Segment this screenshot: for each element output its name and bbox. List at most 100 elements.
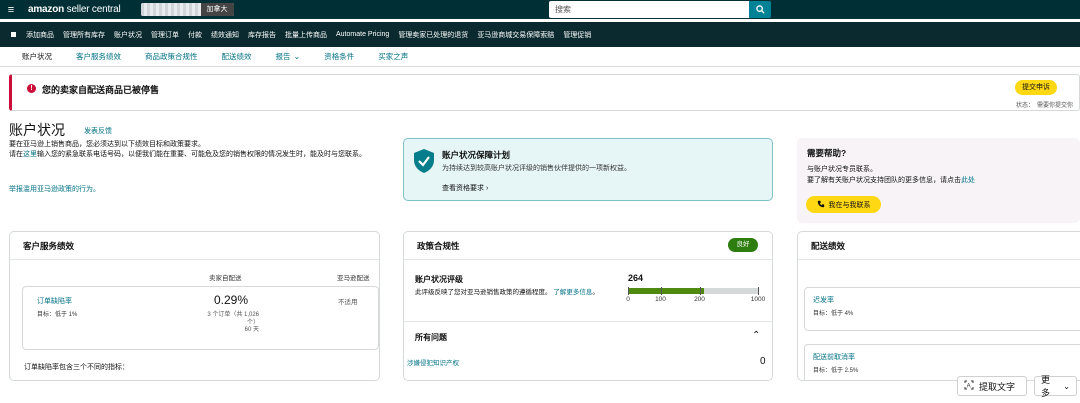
- tab-reports[interactable]: 报告 ⌄: [276, 51, 301, 62]
- tab-product-policy[interactable]: 商品政策合规性: [145, 51, 198, 62]
- svg-text:A: A: [967, 384, 971, 390]
- tab-account-health[interactable]: 账户状况: [22, 51, 52, 62]
- hamburger-icon[interactable]: ≡: [0, 0, 22, 19]
- contact-me-button[interactable]: 我在与我联系: [806, 196, 881, 213]
- card-title: 政策合规性: [417, 241, 460, 251]
- all-issues-title: 所有问题: [415, 333, 447, 342]
- top-bar: ≡ amazon seller central 加拿大: [0, 0, 1080, 19]
- emergency-contact-link[interactable]: 这里: [23, 151, 37, 158]
- late-dispatch-row[interactable]: 迟发率 目标：低于 4%: [804, 287, 1080, 331]
- metric-name-link[interactable]: 订单缺陷率: [37, 296, 72, 306]
- search-icon[interactable]: [749, 1, 771, 18]
- bookmark-icon[interactable]: [8, 30, 18, 40]
- shield-check-icon: [413, 148, 435, 176]
- chevron-up-icon[interactable]: ⌃: [752, 330, 760, 341]
- page-title: 账户状况: [9, 122, 65, 138]
- nav-item[interactable]: 管理所有库存: [63, 30, 105, 40]
- feedback-link[interactable]: 发表反馈: [84, 126, 112, 136]
- metric-not-applicable: 不适用: [338, 299, 358, 306]
- divider: [404, 321, 772, 322]
- order-defect-rate-row[interactable]: 订单缺陷率 目标：低于 1% 0.29% 3 个订单（共 1,026 个） 60…: [22, 286, 379, 350]
- nav-item[interactable]: 管理促销: [563, 30, 591, 40]
- learn-more-link[interactable]: 了解更多信息: [553, 289, 592, 296]
- extract-text-button[interactable]: A 提取文字: [957, 376, 1027, 396]
- text-scan-icon: A: [964, 380, 974, 392]
- assurance-title: 账户状况保障计划: [442, 150, 511, 160]
- chevron-down-icon: ⌄: [1063, 381, 1070, 391]
- metric-value: 0.29%: [214, 293, 249, 307]
- score-scale-label: 200: [694, 296, 705, 303]
- nav-item[interactable]: 管理订单: [151, 30, 179, 40]
- divider: [10, 259, 379, 260]
- card-title: 客户服务绩效: [23, 241, 75, 251]
- score-bar-tick: [699, 287, 701, 295]
- chevron-down-icon: ⌄: [293, 52, 301, 61]
- intro-text: 要在亚马逊上销售商品，您必须达到以下绩效目标和政策要求。 请在这里输入您的紧急联…: [9, 141, 366, 158]
- help-here-link[interactable]: 此处: [961, 177, 975, 184]
- column-header-amazon: 亚马逊配送: [337, 275, 370, 282]
- divider: [798, 259, 1080, 260]
- nav-item[interactable]: 绩效通知: [211, 30, 239, 40]
- bookmark-nav-bar: 添加商品 管理所有库存 账户状况 管理订单 付款 绩效通知 库存报告 批量上传商…: [0, 22, 1080, 47]
- search-input[interactable]: 搜索: [549, 1, 749, 18]
- tab-customer-service[interactable]: 客户服务绩效: [76, 51, 121, 62]
- metric-target: 目标：低于 1%: [37, 312, 78, 318]
- status-value: 需要你提交你: [1037, 103, 1074, 109]
- column-header-seller: 卖家自配送: [209, 275, 242, 282]
- tab-voice-of-customer[interactable]: 买家之声: [378, 51, 408, 62]
- alert-message: 您的卖家自配送商品已被停售: [42, 85, 160, 95]
- metric-name-link[interactable]: 配送前取消率: [813, 352, 855, 362]
- health-score-bar: [628, 287, 759, 295]
- submit-appeal-button[interactable]: 提交申诉: [1015, 80, 1057, 95]
- policy-compliance-card: 政策合规性 良好 账户状况评级 此评级反映了您对亚马逊销售政策的遵循程度。 了解…: [403, 231, 773, 381]
- metric-name-link[interactable]: 迟发率: [813, 295, 834, 305]
- marketplace-selector[interactable]: 加拿大: [140, 3, 234, 16]
- chevron-right-icon: ›: [485, 185, 489, 192]
- report-abuse-link[interactable]: 举报滥用亚马逊政策的行为。: [9, 184, 100, 194]
- score-bar-tick: [660, 287, 662, 295]
- tab-eligibility[interactable]: 资格条件: [324, 51, 354, 62]
- store-name-redacted: [140, 3, 201, 16]
- nav-item[interactable]: 管理卖家已处理的退货: [398, 30, 468, 40]
- status-badge: 良好: [728, 238, 758, 252]
- score-bar-fill: [628, 288, 705, 294]
- help-title: 需要帮助?: [807, 148, 847, 158]
- view-eligibility-link[interactable]: 查看资格要求 ›: [442, 183, 488, 193]
- defect-rate-footnote: 订单缺陷率包含三个不同的指标：: [24, 364, 129, 371]
- health-score: 264: [628, 273, 644, 283]
- issue-count: 0: [760, 356, 766, 367]
- score-scale-label: 0: [626, 296, 630, 303]
- score-bar-tick: [758, 287, 759, 295]
- metric-target: 目标：低于 2.5%: [813, 368, 859, 374]
- phone-icon: [817, 200, 825, 210]
- nav-item[interactable]: 亚马逊商城交易保障索赔: [477, 30, 554, 40]
- divider: [404, 259, 772, 260]
- metric-target: 目标：低于 4%: [813, 311, 854, 317]
- metric-detail: 3 个订单（共 1,026 个） 60 天: [207, 312, 259, 333]
- nav-item[interactable]: 添加商品: [26, 30, 54, 40]
- marketplace-label: 加拿大: [200, 3, 234, 16]
- nav-item[interactable]: 付款: [188, 30, 202, 40]
- nav-item[interactable]: 账户状况: [114, 30, 142, 40]
- shipping-performance-card: 配送绩效 迟发率 目标：低于 4% 配送前取消率 目标：低于 2.5%: [797, 231, 1080, 381]
- rating-title: 账户状况评级: [415, 275, 463, 284]
- ip-complaints-link[interactable]: 涉嫌侵犯知识产权: [407, 357, 459, 367]
- card-title: 配送绩效: [811, 241, 846, 251]
- status-label: 状态：: [1016, 103, 1035, 109]
- help-card: 需要帮助? 与账户状况专员联系。 要了解有关账户状况支持团队的更多信息，请点击此…: [797, 138, 1080, 223]
- seller-central-logo[interactable]: amazon seller central: [28, 4, 121, 15]
- customer-service-card: 客户服务绩效 卖家自配送 亚马逊配送 订单缺陷率 目标：低于 1% 0.29% …: [9, 231, 380, 381]
- more-button[interactable]: 更多 ⌄: [1034, 375, 1077, 398]
- score-scale-label: 100: [655, 296, 666, 303]
- tab-shipping[interactable]: 配送绩效: [222, 51, 252, 62]
- assurance-description: 为持续达到较高账户状况评级的销售伙伴提供的一项新权益。: [442, 165, 631, 172]
- nav-item[interactable]: 库存报告: [248, 30, 276, 40]
- help-line: 与账户状况专员联系。: [807, 166, 877, 173]
- help-line: 要了解有关账户状况支持团队的更多信息，请点击此处: [807, 177, 975, 184]
- nav-item[interactable]: 批量上传商品: [285, 30, 327, 40]
- score-scale-label: 1000: [750, 296, 766, 303]
- deactivation-alert: ! 您的卖家自配送商品已被停售 提交申诉 状态： 需要你提交你: [9, 74, 1080, 111]
- rating-description: 此评级反映了您对亚马逊销售政策的遵循程度。 了解更多信息。: [415, 289, 599, 296]
- nav-item[interactable]: Automate Pricing: [336, 31, 389, 38]
- account-health-assurance-card: 账户状况保障计划 为持续达到较高账户状况评级的销售伙伴提供的一项新权益。 查看资…: [403, 138, 773, 201]
